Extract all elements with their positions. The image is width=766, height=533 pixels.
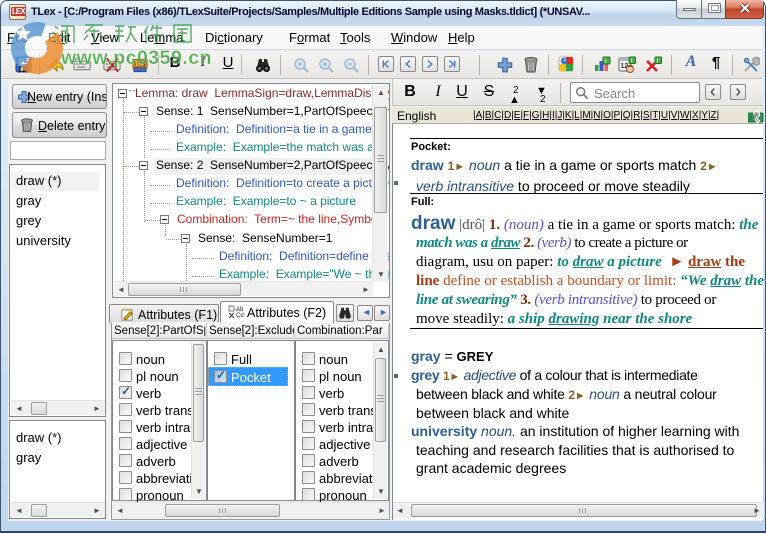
svg-text:i: i xyxy=(657,59,658,65)
svg-text:Cd: Cd xyxy=(236,313,244,319)
svg-text:i: i xyxy=(631,59,632,65)
svg-text:i: i xyxy=(604,58,605,65)
